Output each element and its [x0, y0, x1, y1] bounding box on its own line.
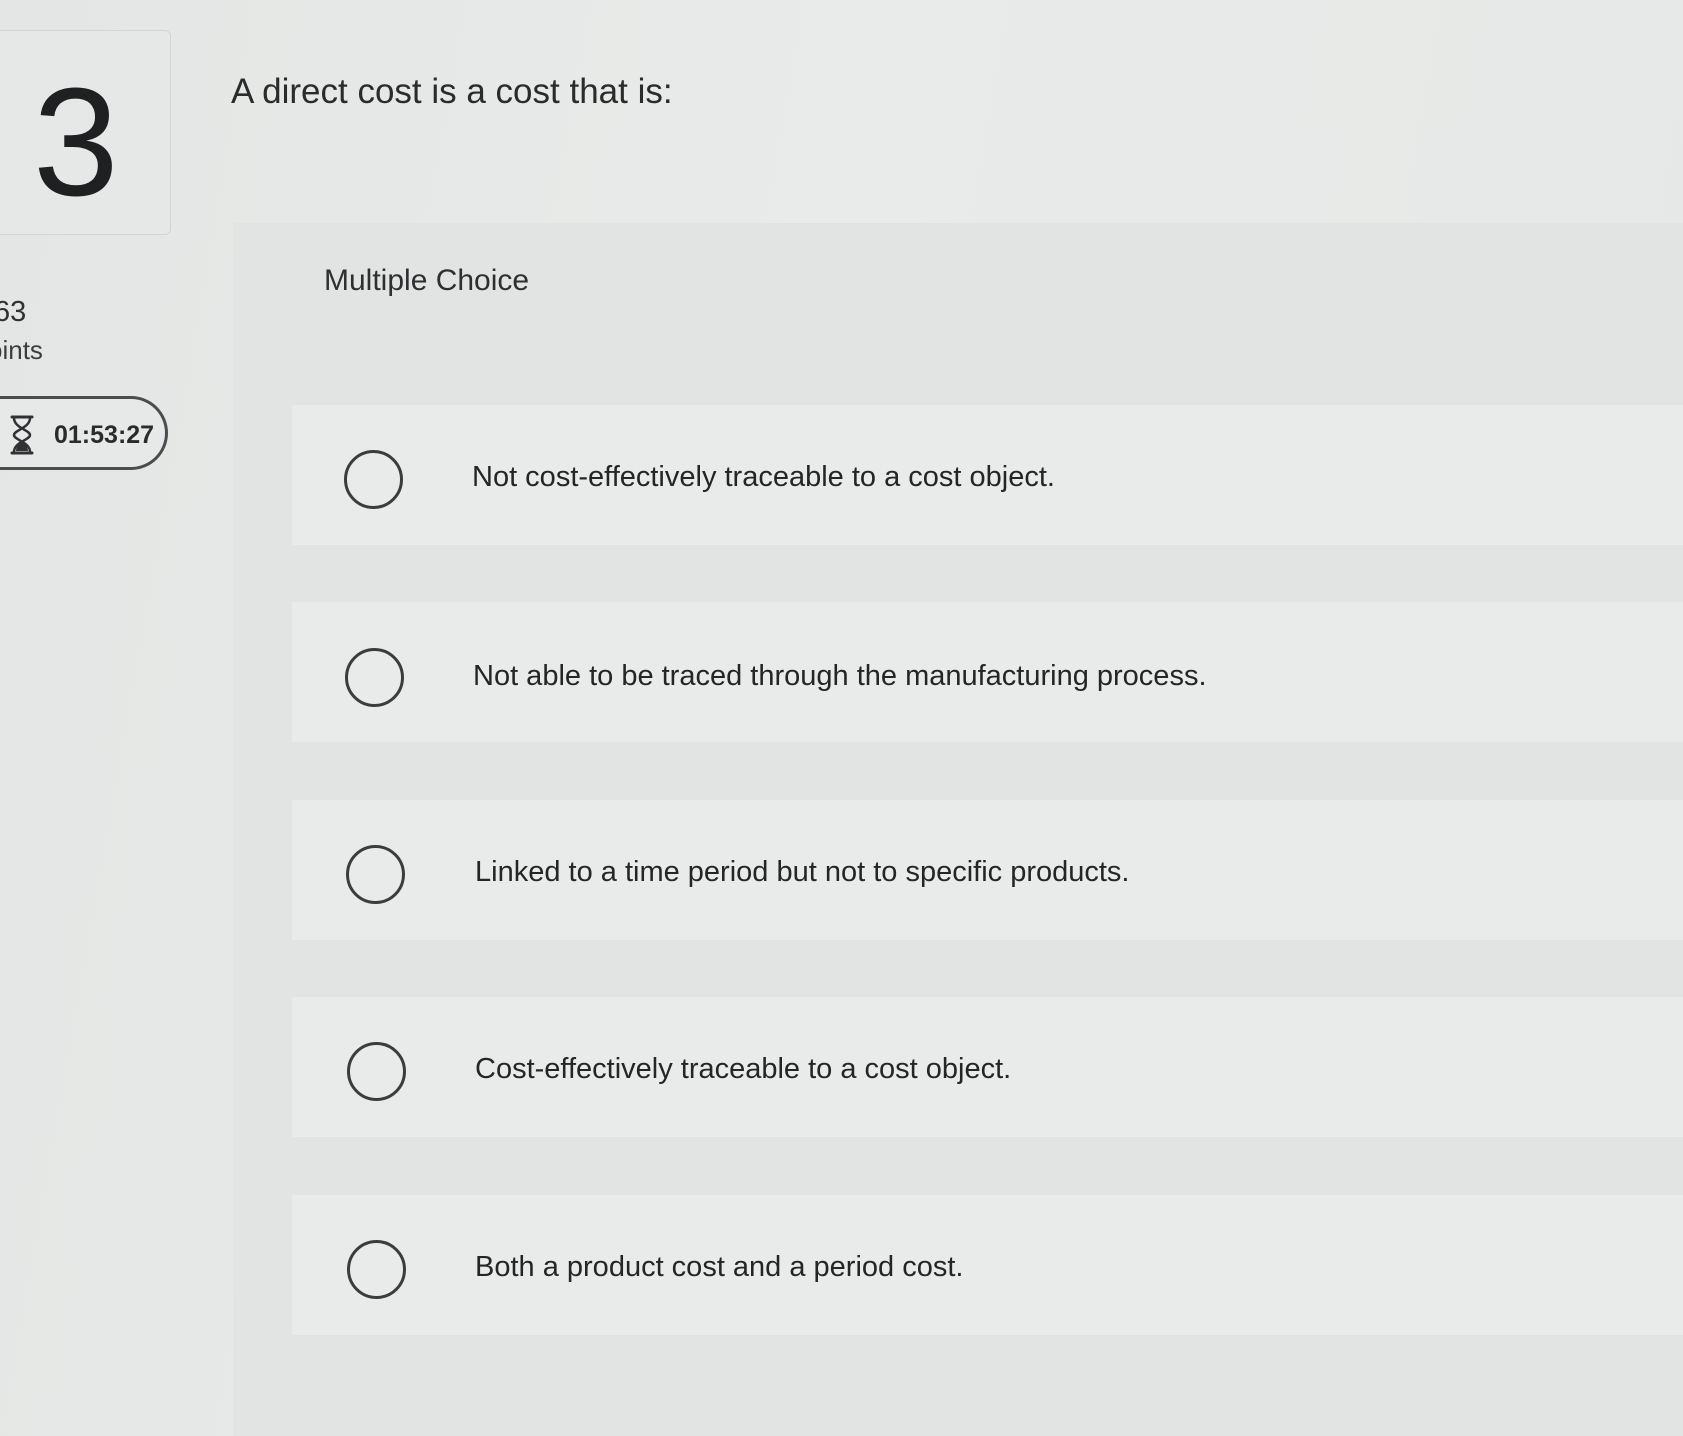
option-radio[interactable]	[347, 1042, 406, 1101]
points-label: oints	[0, 335, 43, 365]
option-row[interactable]: Cost-effectively traceable to a cost obj…	[292, 997, 1683, 1137]
option-label[interactable]: Not cost-effectively traceable to a cost…	[472, 461, 1055, 494]
option-row[interactable]: Both a product cost and a period cost.	[292, 1195, 1683, 1335]
option-row[interactable]: Not able to be traced through the manufa…	[292, 602, 1683, 742]
option-label[interactable]: Both a product cost and a period cost.	[475, 1251, 963, 1284]
option-radio[interactable]	[344, 450, 403, 509]
question-number-box: 3	[0, 30, 171, 235]
timer[interactable]: 01:53:27	[0, 396, 168, 470]
option-label[interactable]: Linked to a time period but not to speci…	[475, 856, 1129, 889]
option-label[interactable]: Not able to be traced through the manufa…	[473, 660, 1207, 693]
option-row[interactable]: Linked to a time period but not to speci…	[292, 800, 1683, 940]
option-radio[interactable]	[347, 1240, 406, 1299]
question-type-label: Multiple Choice	[324, 264, 530, 297]
points-value: .63	[0, 296, 27, 328]
option-radio[interactable]	[345, 648, 404, 707]
timer-value: 01:53:27	[54, 421, 155, 449]
question-number: 3	[33, 56, 119, 228]
option-row[interactable]: Not cost-effectively traceable to a cost…	[292, 405, 1683, 545]
option-label[interactable]: Cost-effectively traceable to a cost obj…	[475, 1053, 1011, 1086]
question-prompt: A direct cost is a cost that is:	[231, 72, 673, 111]
hourglass-icon	[10, 415, 34, 455]
option-radio[interactable]	[346, 845, 405, 904]
